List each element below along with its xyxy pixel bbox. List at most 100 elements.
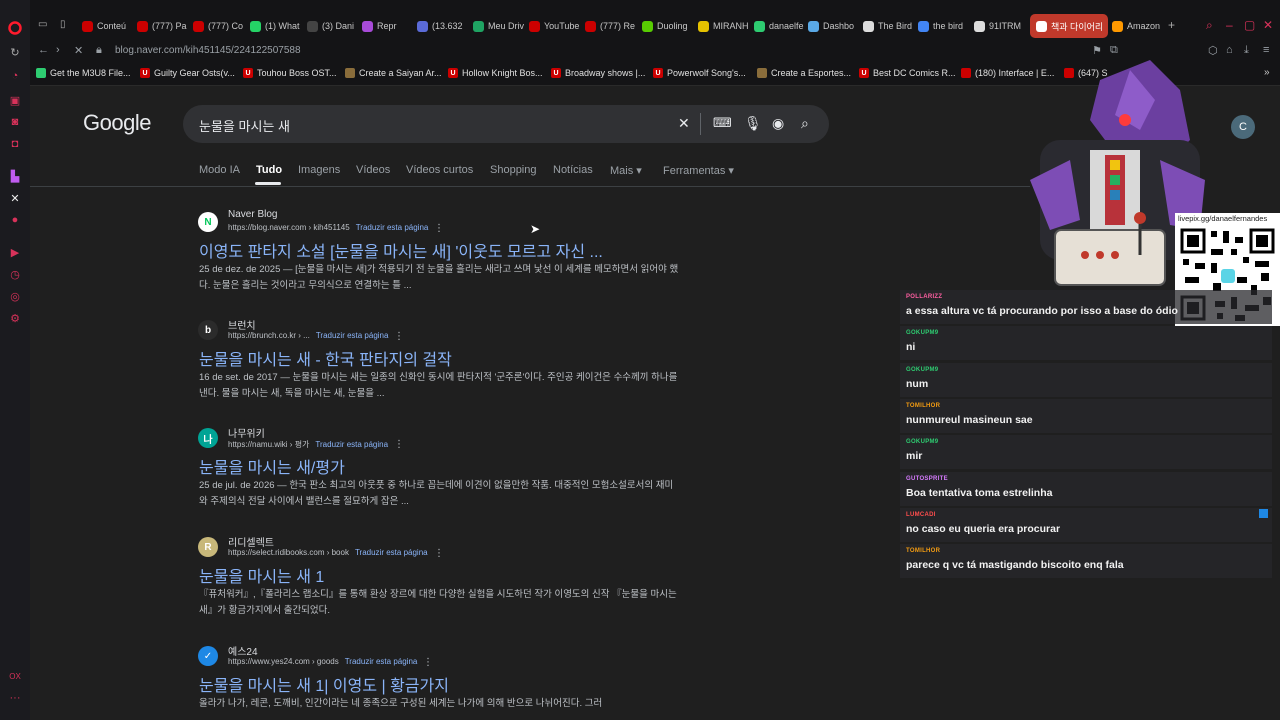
- browser-tab[interactable]: 91ITRM: [974, 18, 1026, 34]
- browser-tab[interactable]: Dashbo: [808, 18, 860, 34]
- result-site-name[interactable]: 브런치: [228, 317, 256, 332]
- close-window-icon[interactable]: ✕: [1263, 18, 1273, 32]
- translate-link[interactable]: Traduzir esta página: [345, 657, 418, 666]
- clear-search-icon[interactable]: ✕: [678, 115, 690, 132]
- tab-tudo[interactable]: Tudo: [256, 164, 282, 176]
- account-avatar[interactable]: C: [1231, 115, 1255, 139]
- result-menu-icon[interactable]: ⋮: [394, 331, 404, 342]
- result-url[interactable]: https://brunch.co.kr › ... Traduzir esta …: [228, 331, 388, 340]
- result-site-name[interactable]: Naver Blog: [228, 209, 277, 220]
- browser-tab[interactable]: Repr: [362, 18, 414, 34]
- browser-tab[interactable]: Conteú: [82, 18, 134, 34]
- browser-tab[interactable]: (777) Re: [585, 18, 637, 34]
- bag-icon[interactable]: ▣: [7, 92, 23, 108]
- forward-icon[interactable]: ›: [56, 44, 60, 56]
- bookmark-item[interactable]: Get the M3U8 File...: [36, 68, 131, 78]
- pinboard-icon[interactable]: ◔: [7, 68, 23, 84]
- settings-icon[interactable]: ◎: [7, 288, 23, 304]
- result-site-name[interactable]: 리디셀렉트: [228, 534, 274, 549]
- tab-overview-icon[interactable]: ▭: [38, 19, 47, 30]
- site-favicon-icon[interactable]: R: [198, 537, 218, 557]
- search-icon[interactable]: ⌕: [801, 115, 809, 132]
- page-icon[interactable]: ▯: [60, 19, 66, 30]
- x-icon[interactable]: ✕: [7, 190, 23, 206]
- download-icon[interactable]: ⤓: [1244, 44, 1249, 57]
- vk-icon[interactable]: ●: [7, 212, 23, 228]
- bookmark-item[interactable]: U Guilty Gear Osts(v...: [140, 68, 235, 78]
- browser-tab[interactable]: (1) What: [250, 18, 302, 34]
- site-favicon-icon[interactable]: b: [198, 320, 218, 340]
- result-url[interactable]: https://namu.wiki › 평가 Traduzir esta pági…: [228, 439, 388, 450]
- browser-tab[interactable]: Amazon: [1112, 18, 1164, 34]
- opera-logo-icon[interactable]: [7, 20, 23, 36]
- result-url[interactable]: https://www.yes24.com › goods Traduzir es…: [228, 657, 417, 666]
- clock-icon[interactable]: ◷: [7, 266, 23, 282]
- tab-vídeos-curtos[interactable]: Vídeos curtos: [406, 164, 473, 176]
- result-title-link[interactable]: 눈물을 마시는 새/평가: [199, 454, 345, 478]
- browser-tab[interactable]: Meu Driv: [473, 18, 525, 34]
- tab-notícias[interactable]: Notícias: [553, 164, 593, 176]
- bookmarks-overflow-icon[interactable]: »: [1264, 67, 1270, 78]
- browser-tab[interactable]: 책과 다이어리 :: [1036, 18, 1104, 34]
- site-favicon-icon[interactable]: 나: [198, 428, 218, 448]
- lens-icon[interactable]: ◉: [772, 115, 784, 132]
- microphone-icon[interactable]: 🎙︎: [744, 115, 762, 132]
- browser-tab[interactable]: The Bird: [863, 18, 915, 34]
- chat-icon[interactable]: ◙: [7, 114, 23, 130]
- result-title-link[interactable]: 눈물을 마시는 새 1| 이영도 | 황금가지: [199, 672, 449, 696]
- wallet-icon[interactable]: ⌂: [1226, 44, 1233, 56]
- more-icon[interactable]: ···: [7, 690, 23, 706]
- search-query[interactable]: 눈물을 마시는 새: [199, 116, 290, 135]
- site-favicon-icon[interactable]: ✓: [198, 646, 218, 666]
- browser-tab[interactable]: MIRANH: [698, 18, 750, 34]
- result-title-link[interactable]: 이영도 판타지 소설 [눈물을 마시는 새] '이웃도 모르고 자신 ...: [199, 238, 603, 262]
- bookmark-item[interactable]: Create a Saiyan Ar...: [345, 68, 442, 78]
- bookmark-item[interactable]: Create a Esportes...: [757, 68, 851, 78]
- browser-tab[interactable]: Duoling: [642, 18, 694, 34]
- browser-tab[interactable]: (777) Co: [193, 18, 245, 34]
- snapshot-icon[interactable]: ⧉: [1110, 44, 1118, 57]
- play-icon[interactable]: ▶: [7, 244, 23, 260]
- result-url[interactable]: https://select.ridibooks.com › book Tradu…: [228, 548, 428, 557]
- back-icon[interactable]: ←: [38, 44, 49, 56]
- bookmark-item[interactable]: U Hollow Knight Bos...: [448, 68, 543, 78]
- result-menu-icon[interactable]: ⋮: [423, 657, 433, 668]
- stop-reload-icon[interactable]: ✕: [74, 44, 83, 57]
- result-menu-icon[interactable]: ⋮: [434, 548, 444, 559]
- ox-icon[interactable]: OX: [7, 668, 23, 684]
- tab-mais[interactable]: Mais ▾: [610, 164, 642, 177]
- browser-tab[interactable]: danaelfe: [754, 18, 806, 34]
- browser-tab[interactable]: YouTube: [529, 18, 581, 34]
- url-text[interactable]: blog.naver.com/kih451145/224122507588: [115, 45, 301, 56]
- translate-link[interactable]: Traduzir esta página: [316, 331, 389, 340]
- result-menu-icon[interactable]: ⋮: [434, 223, 444, 234]
- refresh-icon[interactable]: ↻: [7, 44, 23, 60]
- keyboard-icon[interactable]: ⌨: [713, 115, 732, 131]
- search-tabs-icon[interactable]: ⌕: [1206, 18, 1213, 33]
- gear-icon[interactable]: ⚙: [7, 310, 23, 326]
- tab-modo-ia[interactable]: Modo IA: [199, 164, 240, 176]
- google-logo[interactable]: Google: [83, 110, 151, 136]
- twitch-icon[interactable]: ▙: [7, 168, 23, 184]
- bookmark-item[interactable]: U Touhou Boss OST...: [243, 68, 337, 78]
- translate-link[interactable]: Traduzir esta página: [356, 223, 429, 232]
- translate-link[interactable]: Traduzir esta página: [315, 440, 388, 449]
- browser-tab[interactable]: (3) Dani: [307, 18, 359, 34]
- maximize-icon[interactable]: ▢: [1244, 18, 1255, 32]
- result-menu-icon[interactable]: ⋮: [394, 439, 404, 450]
- tab-vídeos[interactable]: Vídeos: [356, 164, 390, 176]
- tab-shopping[interactable]: Shopping: [490, 164, 537, 176]
- result-site-name[interactable]: 나무위키: [228, 425, 265, 440]
- bookmark-item[interactable]: (647) S: [1064, 68, 1108, 78]
- result-url[interactable]: https://blog.naver.com › kih451145 Traduz…: [228, 223, 428, 232]
- result-title-link[interactable]: 눈물을 마시는 새 - 한국 판타지의 걸작: [199, 346, 452, 370]
- minimize-icon[interactable]: –: [1226, 18, 1233, 32]
- browser-tab[interactable]: the bird: [918, 18, 970, 34]
- menu-icon[interactable]: ≡: [1263, 44, 1269, 56]
- site-favicon-icon[interactable]: N: [198, 212, 218, 232]
- bookmark-item[interactable]: (180) Interface | E...: [961, 68, 1054, 78]
- browser-tab[interactable]: (777) Pa: [137, 18, 189, 34]
- bookmark-item[interactable]: U Powerwolf Song's...: [653, 68, 746, 78]
- translate-link[interactable]: Traduzir esta página: [355, 548, 428, 557]
- tab-imagens[interactable]: Imagens: [298, 164, 340, 176]
